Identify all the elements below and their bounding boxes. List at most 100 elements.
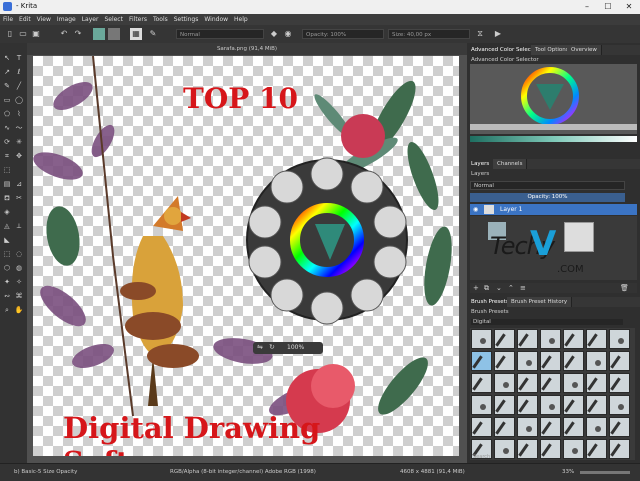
freehand-brush-icon[interactable]: ✎ <box>2 81 12 91</box>
brush-preset-tile[interactable] <box>494 351 515 371</box>
layer-visibility-icon[interactable]: ◉ <box>473 206 478 213</box>
brush-search-input[interactable]: Search <box>473 454 490 460</box>
menu-image[interactable]: Image <box>54 14 79 25</box>
polyline-tool-icon[interactable]: ⌇ <box>14 109 24 119</box>
line-tool-icon[interactable]: ╱ <box>14 81 24 91</box>
brush-preset-tile[interactable] <box>586 395 607 415</box>
polygon-tool-icon[interactable]: ⬠ <box>2 109 12 119</box>
brush-preset-tile[interactable] <box>540 417 561 437</box>
brush-preset-tile[interactable] <box>609 373 630 393</box>
color-gradient-bar[interactable] <box>470 136 637 142</box>
open-icon[interactable]: ▭ <box>17 28 29 40</box>
tab-brush-preset-history[interactable]: Brush Preset History <box>507 297 573 307</box>
menu-settings[interactable]: Settings <box>171 14 202 25</box>
opacity-slider[interactable]: Opacity: 100% <box>302 29 384 39</box>
menu-window[interactable]: Window <box>201 14 231 25</box>
brush-preset-tile[interactable] <box>609 329 630 349</box>
select-shapes-icon[interactable]: ↖ <box>2 53 12 63</box>
menu-view[interactable]: View <box>34 14 54 25</box>
pan-tool-icon[interactable]: ✋ <box>14 305 24 315</box>
bezier-tool-icon[interactable]: ∿ <box>2 123 12 133</box>
assistant-tool-icon[interactable]: ◬ <box>2 221 12 231</box>
brush-preset-tile[interactable] <box>586 351 607 371</box>
rectangle-tool-icon[interactable]: ▭ <box>2 95 12 105</box>
contiguous-select-icon[interactable]: ✦ <box>2 277 12 287</box>
brush-preset-tile[interactable] <box>540 329 561 349</box>
crop-tool-icon[interactable]: ⌗ <box>2 151 12 161</box>
ellipse-tool-icon[interactable]: ◯ <box>14 95 24 105</box>
preserve-alpha-icon[interactable]: ◉ <box>282 28 294 40</box>
brush-preset-tile[interactable] <box>609 417 630 437</box>
brush-preset-tile[interactable] <box>586 329 607 349</box>
move-up-icon[interactable]: ⌃ <box>508 284 514 292</box>
brush-preset-tile[interactable] <box>540 351 561 371</box>
menu-select[interactable]: Select <box>101 14 126 25</box>
brush-preset-tile[interactable] <box>517 373 538 393</box>
brush-preset-icon[interactable]: ✎ <box>147 28 159 40</box>
dynamic-brush-icon[interactable]: ⟳ <box>2 137 12 147</box>
blend-mode-dropdown[interactable]: Normal <box>176 29 264 39</box>
popup-mirror-icon[interactable]: ⇋ <box>257 343 263 351</box>
color-wheel[interactable] <box>470 64 637 134</box>
menu-tools[interactable]: Tools <box>150 14 171 25</box>
maximize-button[interactable]: ☐ <box>598 0 618 14</box>
move-tool-icon[interactable]: ✥ <box>14 151 24 161</box>
fill-tool-icon[interactable]: ⛾ <box>2 193 12 203</box>
move-down-icon[interactable]: ⌄ <box>496 284 502 292</box>
tab-overview[interactable]: Overview <box>567 45 602 55</box>
brush-preset-tile[interactable] <box>471 373 492 393</box>
brush-preset-tile[interactable] <box>471 351 492 371</box>
layer-blend-dropdown[interactable]: Normal <box>470 181 625 190</box>
menu-filters[interactable]: Filters <box>126 14 150 25</box>
brush-preset-tile[interactable] <box>609 439 630 459</box>
rect-select-icon[interactable]: ⬚ <box>2 249 12 259</box>
popup-palette[interactable] <box>245 152 410 332</box>
measure-tool-icon[interactable]: ⟂ <box>14 221 24 231</box>
brush-filter-dropdown[interactable]: Digital <box>471 319 623 325</box>
brush-preset-tile[interactable] <box>609 395 630 415</box>
brush-preset-tile[interactable] <box>540 439 561 459</box>
background-color-swatch[interactable] <box>108 28 120 40</box>
bezier-select-icon[interactable]: ∾ <box>2 291 12 301</box>
menu-help[interactable]: Help <box>231 14 251 25</box>
layer-properties-icon[interactable]: ≡ <box>520 284 526 292</box>
brush-preset-tile[interactable] <box>563 329 584 349</box>
brush-preset-tile[interactable] <box>609 351 630 371</box>
brush-preset-tile[interactable] <box>540 373 561 393</box>
color-selector[interactable] <box>470 64 637 134</box>
brush-preset-tile[interactable] <box>517 395 538 415</box>
reference-tool-icon[interactable]: ◣ <box>2 235 12 245</box>
document-tab[interactable]: Sarafa.png (91,4 MiB) <box>27 43 467 55</box>
menu-layer[interactable]: Layer <box>79 14 102 25</box>
zoom-slider[interactable] <box>580 471 630 474</box>
mirror-vertical-icon[interactable]: ▶ <box>492 28 504 40</box>
gradient-tool-icon[interactable]: ▤ <box>2 179 12 189</box>
popup-rotate-icon[interactable]: ↻ <box>269 343 275 351</box>
layer-opacity-slider[interactable]: Opacity: 100% <box>470 193 625 202</box>
multibrush-icon[interactable]: ✳ <box>14 137 24 147</box>
similar-select-icon[interactable]: ✧ <box>14 277 24 287</box>
brush-preset-tile[interactable] <box>586 373 607 393</box>
tab-layers[interactable]: Layers <box>467 159 495 169</box>
foreground-color-swatch[interactable] <box>93 28 105 40</box>
brush-preset-tile[interactable] <box>471 329 492 349</box>
popup-zoom-bar[interactable]: ⇋ ↻ 100% <box>253 342 323 354</box>
brush-preset-tile[interactable] <box>563 373 584 393</box>
ellipse-select-icon[interactable]: ◌ <box>14 249 24 259</box>
layer-row[interactable]: ◉ Layer 1 <box>470 204 637 215</box>
color-picker-icon[interactable]: ⊿ <box>14 179 24 189</box>
brush-preset-tile[interactable] <box>517 439 538 459</box>
text-tool-icon[interactable]: T <box>14 53 24 63</box>
delete-layer-icon[interactable]: 🗑 <box>620 284 629 292</box>
brush-preset-tile[interactable] <box>494 439 515 459</box>
brush-preset-tile[interactable] <box>494 373 515 393</box>
edit-shapes-icon[interactable]: ↗ <box>2 67 12 77</box>
add-layer-icon[interactable]: + <box>473 284 479 292</box>
brush-preset-tile[interactable] <box>517 329 538 349</box>
brush-preset-tile[interactable] <box>471 395 492 415</box>
brush-preset-tile[interactable] <box>563 351 584 371</box>
menu-edit[interactable]: Edit <box>16 14 34 25</box>
fill-bucket-icon[interactable]: ◈ <box>2 207 12 217</box>
smart-patch-icon[interactable]: ✂ <box>14 193 24 203</box>
undo-icon[interactable]: ↶ <box>58 28 70 40</box>
